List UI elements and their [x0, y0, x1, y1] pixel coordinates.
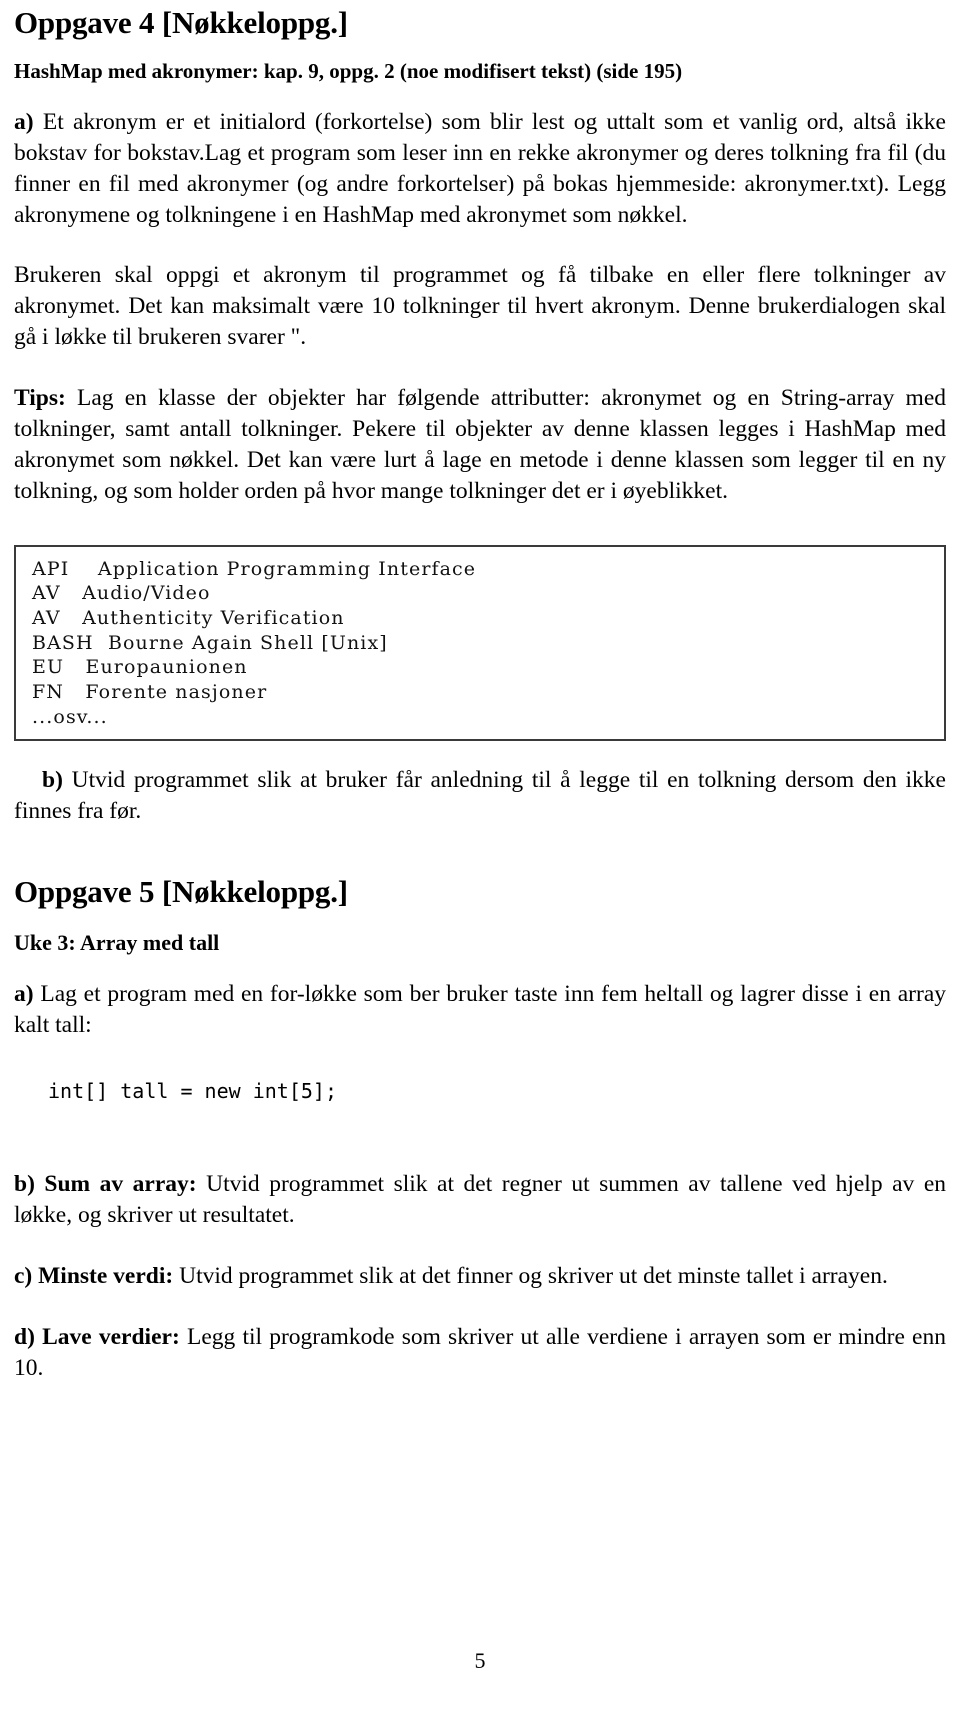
task5-part-c-paragraph: c) Minste verdi: Utvid programmet slik a…: [14, 1231, 946, 1292]
page-content: Oppgave 4 [Nøkkeloppg.] HashMap med akro…: [14, 0, 946, 1384]
task5-part-b-paragraph: b) Sum av array: Utvid programmet slik a…: [14, 1105, 946, 1231]
code-snippet-array-declaration: int[] tall = new int[5];: [48, 1079, 337, 1104]
acronym-line: BASH Bourne Again Shell [Unix]: [32, 631, 388, 654]
task4-part-b-label: b): [42, 767, 63, 794]
task4-part-b-text: Utvid programmet slik at bruker får anle…: [14, 767, 946, 825]
task4-part-a-label: a): [14, 108, 34, 135]
task5-heading: Oppgave 5 [Nøkkeloppg.]: [14, 874, 348, 910]
task5-part-a-text: Lag et program med en for-løkke som ber …: [14, 981, 946, 1039]
task5-part-a-paragraph: a) Lag et program med en for-løkke som b…: [14, 955, 946, 1041]
acronym-listing-box: API Application Programming Interface AV…: [14, 544, 946, 742]
task4-part-a-text: Et akronym er et initialord (forkortelse…: [14, 108, 946, 228]
acronym-line: AV Audio/Video: [32, 582, 211, 605]
acronym-line: FN Forente nasjoner: [32, 681, 268, 704]
acronym-line: AV Authenticity Verification: [32, 607, 345, 630]
task5-part-b-label: b) Sum av array:: [14, 1171, 197, 1198]
document-page: Oppgave 4 [Nøkkeloppg.] HashMap med akro…: [0, 0, 960, 1710]
task4-heading: Oppgave 4 [Nøkkeloppg.]: [14, 5, 348, 40]
task4-part-b-paragraph: b) Utvid programmet slik at bruker får a…: [14, 741, 946, 827]
task4-subheading: HashMap med akronymer: kap. 9, oppg. 2 (…: [14, 58, 683, 83]
task5-part-d-paragraph: d) Lave verdier: Legg til programkode so…: [14, 1292, 946, 1384]
acronym-line: EU Europaunionen: [32, 656, 248, 679]
task5-part-c-label: c) Minste verdi:: [14, 1262, 174, 1289]
acronym-listing-text: API Application Programming Interface AV…: [32, 557, 944, 730]
task4-tips-text: Lag en klasse der objekter har følgende …: [14, 385, 946, 504]
task4-tips-paragraph: Tips: Lag en klasse der objekter har føl…: [14, 353, 946, 507]
task4-part-a-paragraph: a) Et akronym er et initialord (forkorte…: [14, 83, 946, 231]
page-number: 5: [474, 1648, 486, 1673]
task5-part-d-label: d) Lave verdier:: [14, 1323, 180, 1350]
task5-subheading: Uke 3: Array med tall: [14, 929, 220, 955]
task4-dialog-paragraph: Brukeren skal oppgi et akronym til progr…: [14, 262, 946, 351]
acronym-line: ...osv...: [32, 705, 108, 728]
acronym-line: API Application Programming Interface: [32, 557, 477, 580]
task5-part-a-label: a): [14, 981, 34, 1008]
task4-tips-label: Tips:: [14, 385, 66, 412]
task5-part-c-text: Utvid programmet slik at det finner og s…: [173, 1262, 888, 1289]
